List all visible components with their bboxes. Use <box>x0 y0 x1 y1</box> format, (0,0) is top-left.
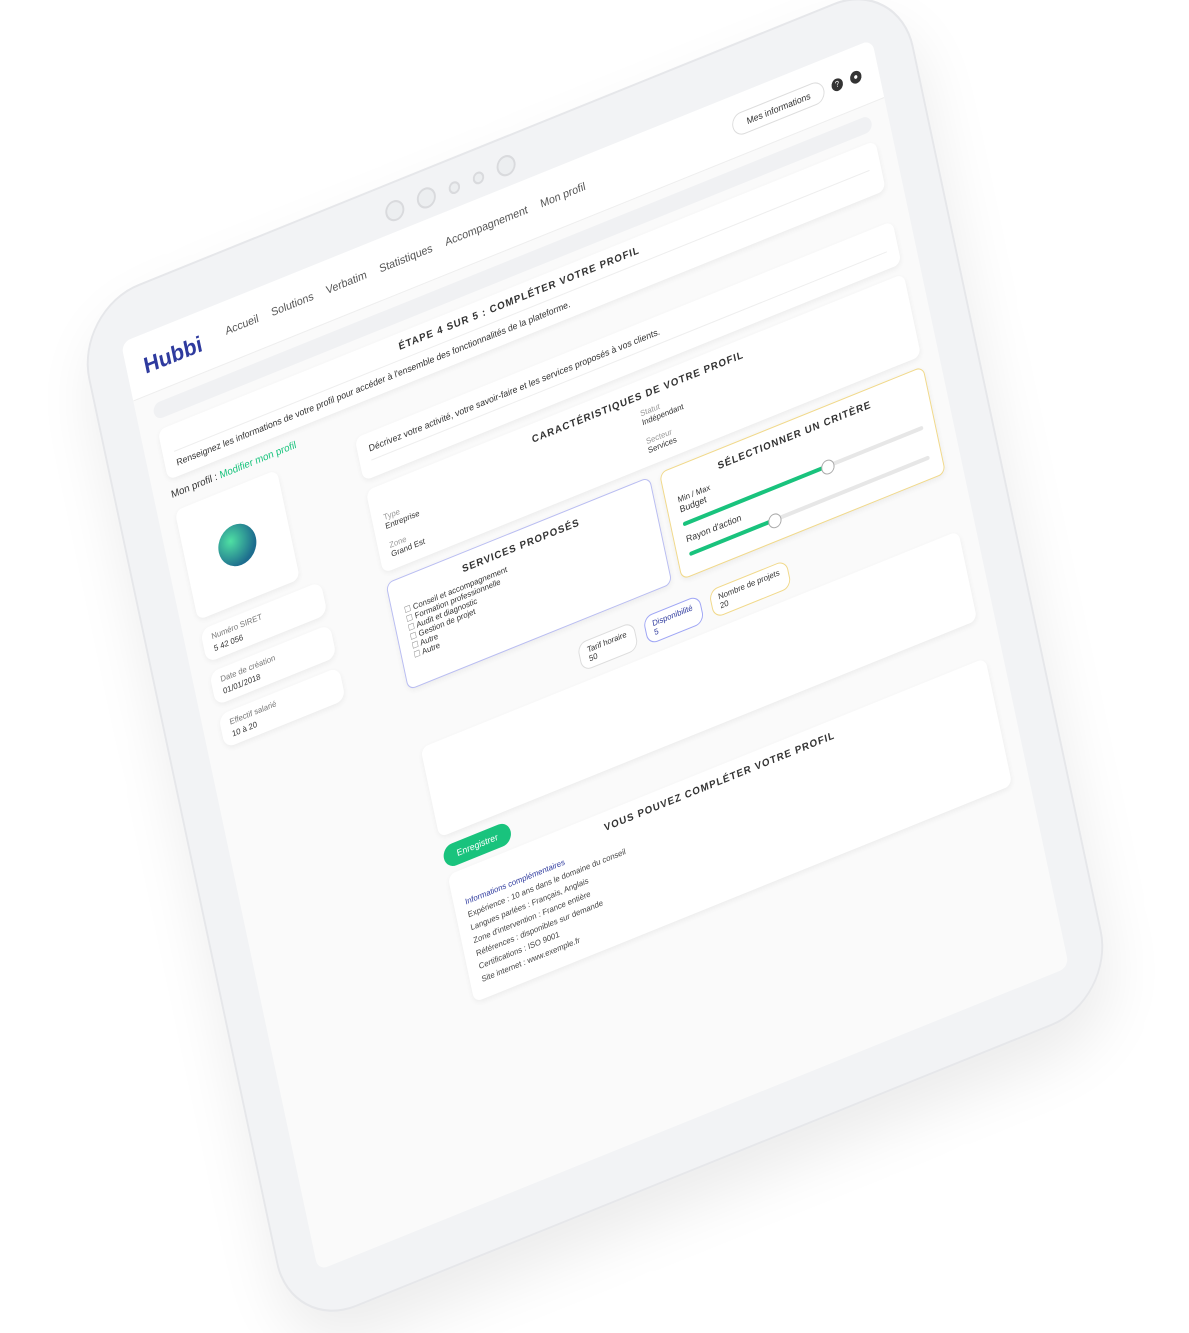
camera-dot <box>447 179 462 196</box>
nav-item-solutions[interactable]: Solutions <box>270 290 315 319</box>
camera-dot <box>471 169 486 187</box>
account-button[interactable]: Mes informations <box>730 79 827 138</box>
avatar <box>214 517 261 573</box>
nav-item-statistiques[interactable]: Statistiques <box>378 242 433 275</box>
camera-dot <box>494 151 518 180</box>
nav-item-verbatim[interactable]: Verbatim <box>325 269 368 297</box>
screen: Hubbi Accueil Solutions Verbatim Statist… <box>120 39 1070 1271</box>
tablet-frame: Hubbi Accueil Solutions Verbatim Statist… <box>73 0 1117 1333</box>
camera-dot <box>414 184 438 212</box>
user-icon[interactable]: ● <box>848 69 863 86</box>
camera-dot <box>383 196 407 225</box>
nav-item-mon-profil[interactable]: Mon profil <box>539 181 586 211</box>
logo[interactable]: Hubbi <box>141 330 204 378</box>
nav-item-accompagnement[interactable]: Accompagnement <box>444 204 529 249</box>
help-icon[interactable]: ? <box>830 76 845 93</box>
nav-item-accueil[interactable]: Accueil <box>224 313 259 338</box>
